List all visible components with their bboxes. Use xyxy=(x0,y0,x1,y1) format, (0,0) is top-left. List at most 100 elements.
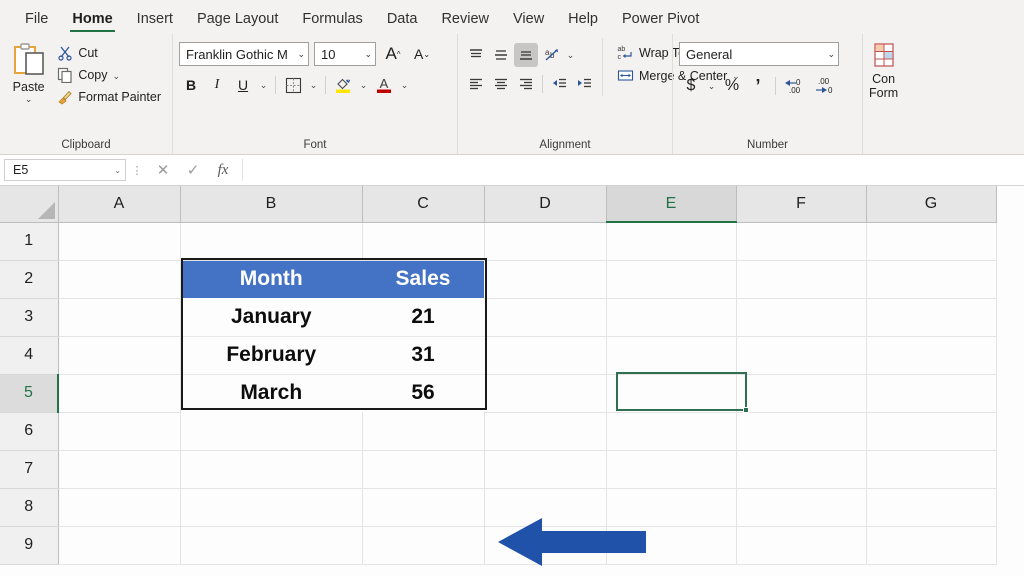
enter-formula-icon[interactable]: ✓ xyxy=(178,158,208,182)
conditional-formatting-button[interactable]: Con Form xyxy=(869,38,898,100)
cell-f3[interactable] xyxy=(736,298,866,336)
cell-e6[interactable] xyxy=(606,412,736,450)
tab-review[interactable]: Review xyxy=(430,8,500,34)
cell-c8[interactable] xyxy=(362,488,484,526)
bold-button[interactable]: B xyxy=(179,73,203,97)
cell-g2[interactable] xyxy=(866,260,996,298)
font-color-button[interactable]: A xyxy=(372,73,396,97)
cell-g7[interactable] xyxy=(866,450,996,488)
cell-b2-month-header[interactable]: Month xyxy=(180,260,362,298)
cell-a9[interactable] xyxy=(58,526,180,564)
row-header-2[interactable]: 2 xyxy=(0,260,58,298)
font-name-combo[interactable]: Franklin Gothic M ⌄ xyxy=(179,42,309,66)
shrink-font-button[interactable]: A⌄ xyxy=(410,42,434,66)
fill-color-button[interactable] xyxy=(331,73,355,97)
fill-color-dropdown-chevron-icon[interactable]: ⌄ xyxy=(357,73,370,97)
font-size-combo[interactable]: 10 ⌄ xyxy=(314,42,376,66)
row-header-9[interactable]: 9 xyxy=(0,526,58,564)
paste-dropdown-chevron-icon[interactable]: ⌄ xyxy=(25,95,33,103)
tab-page-layout[interactable]: Page Layout xyxy=(186,8,289,34)
align-middle-button[interactable] xyxy=(489,43,513,67)
cell-b9[interactable] xyxy=(180,526,362,564)
cell-c9[interactable] xyxy=(362,526,484,564)
cell-b4-month[interactable]: February xyxy=(180,336,362,374)
cell-e9[interactable] xyxy=(606,526,736,564)
column-header-f[interactable]: F xyxy=(736,186,866,222)
cell-g6[interactable] xyxy=(866,412,996,450)
column-header-d[interactable]: D xyxy=(484,186,606,222)
cell-g5[interactable] xyxy=(866,374,996,412)
cell-f2[interactable] xyxy=(736,260,866,298)
row-header-3[interactable]: 3 xyxy=(0,298,58,336)
borders-dropdown-chevron-icon[interactable]: ⌄ xyxy=(307,73,320,97)
cell-d8[interactable] xyxy=(484,488,606,526)
increase-decimal-button[interactable]: 0 .00 xyxy=(781,74,808,98)
align-left-button[interactable] xyxy=(464,72,488,96)
name-box[interactable]: E5 ⌄ xyxy=(4,159,126,181)
decrease-decimal-button[interactable]: .00 0 xyxy=(810,74,837,98)
underline-button[interactable]: U xyxy=(231,73,255,97)
cell-d2[interactable] xyxy=(484,260,606,298)
cell-f7[interactable] xyxy=(736,450,866,488)
cell-c3-sales[interactable]: 21 xyxy=(362,298,484,336)
formula-bar-grip[interactable]: ⋮ xyxy=(126,164,148,177)
cell-e5-selected[interactable] xyxy=(606,374,736,412)
cell-c5-sales[interactable]: 56 xyxy=(362,374,484,412)
cell-f9[interactable] xyxy=(736,526,866,564)
cell-g4[interactable] xyxy=(866,336,996,374)
row-header-4[interactable]: 4 xyxy=(0,336,58,374)
cell-a4[interactable] xyxy=(58,336,180,374)
cell-b1[interactable] xyxy=(180,222,362,260)
cell-c1[interactable] xyxy=(362,222,484,260)
align-bottom-button[interactable] xyxy=(514,43,538,67)
cut-button[interactable]: Cut xyxy=(55,43,166,63)
row-header-1[interactable]: 1 xyxy=(0,222,58,260)
cell-c2-sales-header[interactable]: Sales xyxy=(362,260,484,298)
cell-b6[interactable] xyxy=(180,412,362,450)
tab-view[interactable]: View xyxy=(502,8,555,34)
cell-e8[interactable] xyxy=(606,488,736,526)
cancel-formula-icon[interactable]: ✕ xyxy=(148,158,178,182)
cell-b8[interactable] xyxy=(180,488,362,526)
cell-f1[interactable] xyxy=(736,222,866,260)
tab-home[interactable]: Home xyxy=(61,8,123,34)
cell-a7[interactable] xyxy=(58,450,180,488)
cell-b5-month[interactable]: March xyxy=(180,374,362,412)
row-header-5[interactable]: 5 xyxy=(0,374,58,412)
cell-e3[interactable] xyxy=(606,298,736,336)
orientation-button[interactable]: a b xyxy=(539,43,563,67)
cell-d9[interactable] xyxy=(484,526,606,564)
borders-button[interactable] xyxy=(281,73,305,97)
cell-b7[interactable] xyxy=(180,450,362,488)
cell-a5[interactable] xyxy=(58,374,180,412)
align-top-button[interactable] xyxy=(464,43,488,67)
tab-help[interactable]: Help xyxy=(557,8,609,34)
cell-c6[interactable] xyxy=(362,412,484,450)
comma-format-button[interactable]: ’ xyxy=(746,74,770,98)
cell-e2[interactable] xyxy=(606,260,736,298)
cell-g8[interactable] xyxy=(866,488,996,526)
select-all-corner[interactable] xyxy=(0,186,58,222)
cell-g1[interactable] xyxy=(866,222,996,260)
column-header-a[interactable]: A xyxy=(58,186,180,222)
cell-a6[interactable] xyxy=(58,412,180,450)
align-center-button[interactable] xyxy=(489,72,513,96)
cell-c4-sales[interactable]: 31 xyxy=(362,336,484,374)
number-format-combo[interactable]: General ⌄ xyxy=(679,42,839,66)
copy-dropdown-chevron-icon[interactable]: ⌄ xyxy=(113,72,121,80)
tab-insert[interactable]: Insert xyxy=(126,8,184,34)
formula-input[interactable] xyxy=(242,159,1020,181)
tab-formulas[interactable]: Formulas xyxy=(291,8,373,34)
cell-a1[interactable] xyxy=(58,222,180,260)
paste-button[interactable]: Paste ⌄ xyxy=(6,38,51,103)
tab-power-pivot[interactable]: Power Pivot xyxy=(611,8,710,34)
copy-button[interactable]: Copy ⌄ xyxy=(55,65,166,85)
row-header-6[interactable]: 6 xyxy=(0,412,58,450)
column-header-e[interactable]: E xyxy=(606,186,736,222)
italic-button[interactable]: I xyxy=(205,73,229,97)
cell-f4[interactable] xyxy=(736,336,866,374)
cell-d1[interactable] xyxy=(484,222,606,260)
column-header-g[interactable]: G xyxy=(866,186,996,222)
cell-c7[interactable] xyxy=(362,450,484,488)
align-right-button[interactable] xyxy=(514,72,538,96)
